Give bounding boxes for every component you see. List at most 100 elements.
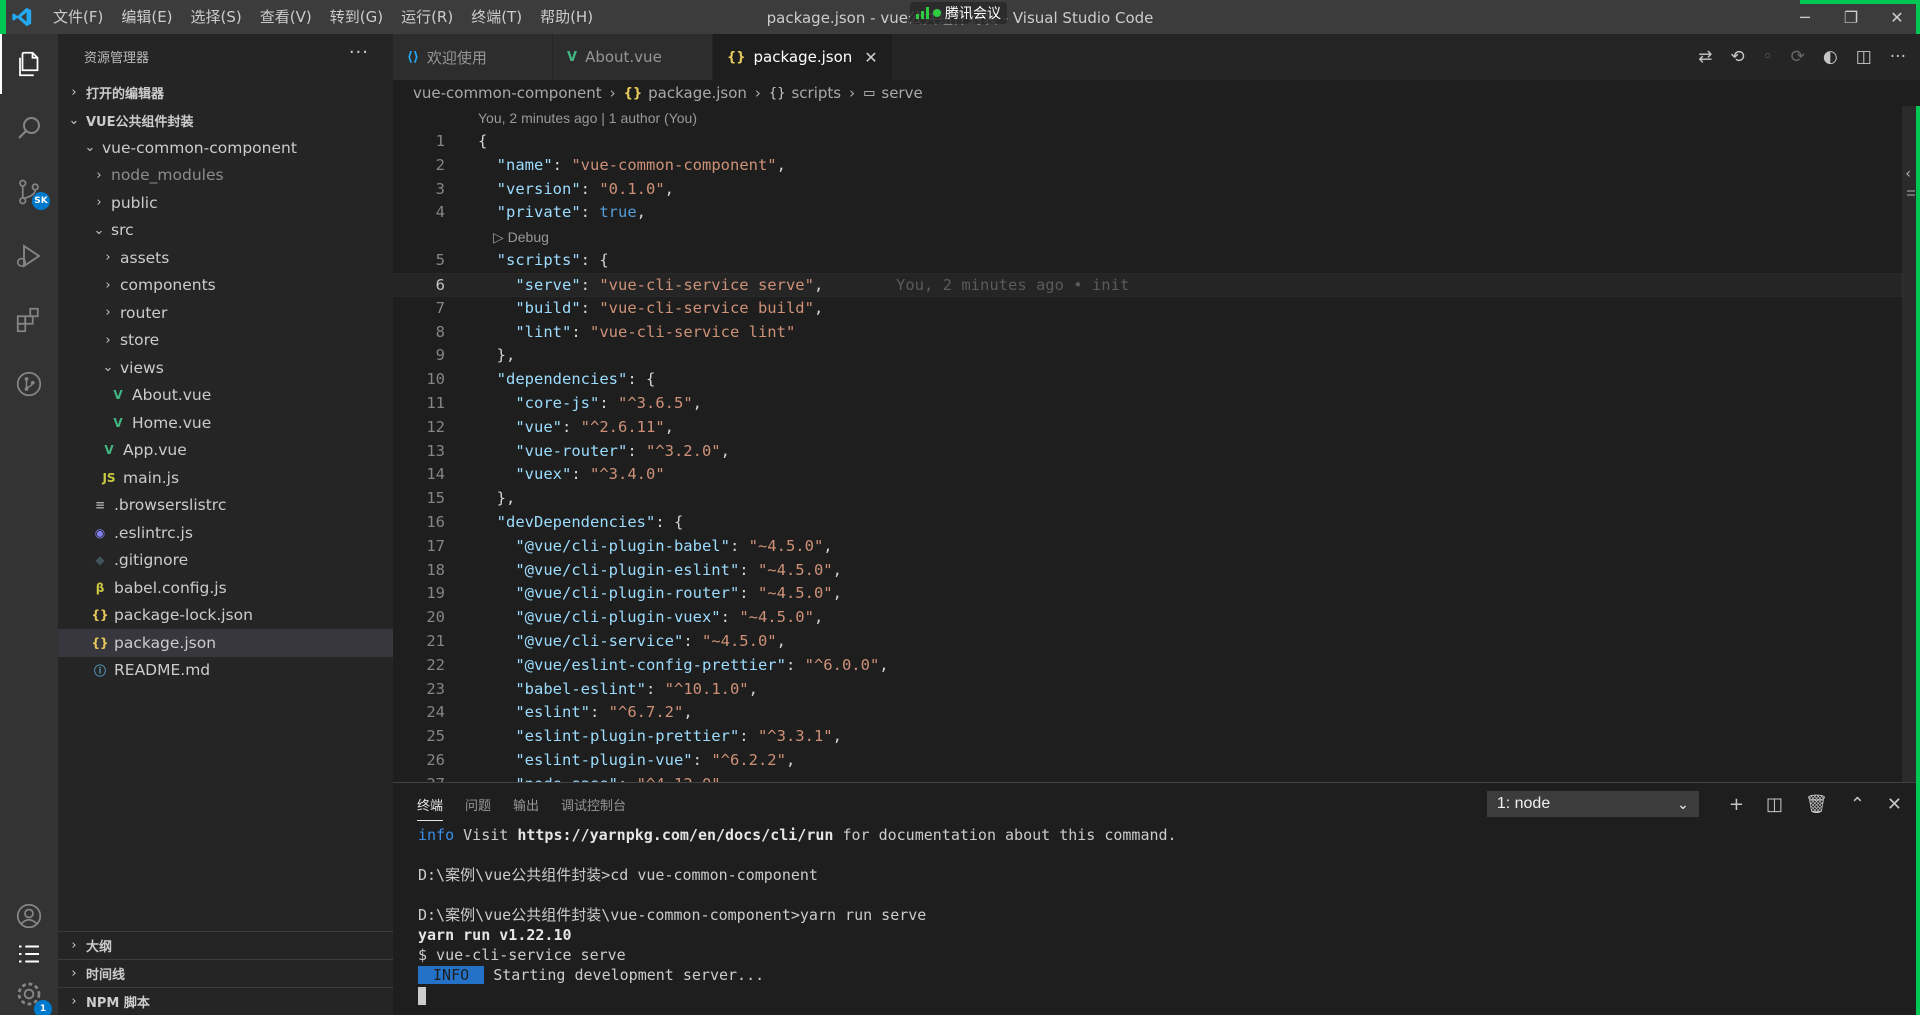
tree-item[interactable]: ⌄ vue-common-component xyxy=(58,134,393,162)
tree-item[interactable]: › assets xyxy=(58,244,393,272)
meeting-indicator[interactable]: 腾讯会议 xyxy=(910,2,1007,24)
tab-terminal[interactable]: 终端 xyxy=(417,795,444,821)
toggle-blame-icon[interactable]: ◐ xyxy=(1823,47,1838,67)
tab-debug-console[interactable]: 调试控制台 xyxy=(561,795,626,814)
menu-item[interactable]: 文件(F) xyxy=(44,0,112,34)
code-line: 27 "node-sass": "^4.12.0", xyxy=(393,773,1903,782)
npm-scripts-label: NPM 脚本 xyxy=(86,996,150,1011)
code-line: 26 "eslint-plugin-vue": "^6.2.2", xyxy=(393,749,1903,773)
terminal-select[interactable]: 1: node ⌄ xyxy=(1486,791,1699,817)
code-token: , xyxy=(664,417,675,436)
tree-item[interactable]: {} package.json xyxy=(58,629,393,657)
terminal-text: D:\案例\vue公共组件封装\vue-common-component>yar… xyxy=(418,906,927,924)
code-token: : xyxy=(599,393,618,412)
tab-welcome[interactable]: ⟨⟩ 欢迎使用 xyxy=(393,34,553,80)
settings-gear-icon[interactable]: 1 xyxy=(0,964,58,1015)
close-panel-icon[interactable]: ✕ xyxy=(1887,794,1902,815)
kill-terminal-icon[interactable]: 🗑 xyxy=(1805,794,1828,815)
tree-item[interactable]: V App.vue xyxy=(58,437,393,465)
tab-about-vue[interactable]: V About.vue xyxy=(553,34,713,80)
code-line: 2 "name": "vue-common-component", xyxy=(393,154,1903,178)
tree-item[interactable]: ⌄ views xyxy=(58,354,393,382)
open-editors-section[interactable]: › 打开的编辑器 xyxy=(58,78,393,106)
menu-item[interactable]: 运行(R) xyxy=(392,0,462,34)
tree-item[interactable]: ⓘ README.md xyxy=(58,657,393,685)
tab-problems[interactable]: 问题 xyxy=(465,795,491,814)
close-tab-icon[interactable]: ✕ xyxy=(864,48,877,67)
line-number: 25 xyxy=(426,727,445,746)
source-control-icon[interactable]: SK xyxy=(0,162,58,222)
codelens-debug[interactable]: ▷ Debug xyxy=(393,225,1903,249)
tree-item[interactable]: › router xyxy=(58,299,393,327)
tree-item[interactable]: ◉ .eslintrc.js xyxy=(58,519,393,547)
more-actions-button[interactable]: ··· xyxy=(349,42,369,63)
timeline-section[interactable]: › 时间线 xyxy=(58,959,393,987)
line-number: 26 xyxy=(426,750,445,769)
line-number: 17 xyxy=(426,536,445,555)
close-window-button[interactable]: ✕ xyxy=(1874,0,1920,34)
editor-scrollbar[interactable] xyxy=(1902,106,1916,782)
menu-item[interactable]: 编辑(E) xyxy=(112,0,181,34)
breadcrumb-file[interactable]: package.json xyxy=(648,84,747,102)
code-editor[interactable]: You, 2 minutes ago | 1 author (You) 1{2 … xyxy=(393,106,1903,782)
minimize-button[interactable]: ─ xyxy=(1782,0,1828,34)
split-editor-icon[interactable]: ◫ xyxy=(1856,47,1872,67)
code-token: : xyxy=(739,584,758,603)
commit-icon[interactable]: ◦ xyxy=(1763,47,1773,67)
npm-scripts-section[interactable]: › NPM 脚本 xyxy=(58,987,393,1015)
breadcrumb-symbol-serve[interactable]: serve xyxy=(881,84,922,102)
tree-item[interactable]: ⌄ src xyxy=(58,217,393,245)
tree-item[interactable]: › components xyxy=(58,272,393,300)
tree-item[interactable]: › store xyxy=(58,327,393,355)
workspace-section[interactable]: ⌄ VUE公共组件封装 xyxy=(58,106,393,134)
tree-item[interactable]: V Home.vue xyxy=(58,409,393,437)
explorer-icon[interactable] xyxy=(0,34,58,94)
tree-item-label: About.vue xyxy=(132,386,212,405)
terminal-prompt[interactable] xyxy=(418,985,1916,1005)
code-line: 20 "@vue/cli-plugin-vuex": "~4.5.0", xyxy=(393,606,1903,630)
code-token: , xyxy=(748,679,758,698)
codelens-author[interactable]: You, 2 minutes ago | 1 author (You) xyxy=(393,106,1903,130)
split-terminal-icon[interactable]: ◫ xyxy=(1766,794,1783,815)
breadcrumb-folder[interactable]: vue-common-component xyxy=(413,84,602,102)
restore-button[interactable]: ❐ xyxy=(1828,0,1874,34)
run-debug-icon[interactable] xyxy=(0,226,58,286)
menu-item[interactable]: 终端(T) xyxy=(462,0,531,34)
code-token: , xyxy=(636,203,647,222)
menu-item[interactable]: 选择(S) xyxy=(182,0,251,34)
tree-item[interactable]: {} package-lock.json xyxy=(58,602,393,630)
extensions-icon[interactable] xyxy=(0,290,58,350)
tree-item[interactable]: β babel.config.js xyxy=(58,574,393,602)
go-forward-icon[interactable]: ⟳ xyxy=(1791,47,1805,67)
code-token: "^6.2.2" xyxy=(711,750,786,769)
tree-item[interactable]: › public xyxy=(58,189,393,217)
outline-section[interactable]: › 大纲 xyxy=(58,931,393,959)
tree-item[interactable]: › node_modules xyxy=(58,162,393,190)
tree-item[interactable]: V About.vue xyxy=(58,382,393,410)
open-changes-icon[interactable]: ⇄ xyxy=(1698,47,1712,67)
breadcrumb-symbol-scripts[interactable]: scripts xyxy=(791,84,841,102)
recording-dot-icon xyxy=(933,9,941,17)
code-line: 10 "dependencies": { xyxy=(393,368,1903,392)
menu-item[interactable]: 查看(V) xyxy=(251,0,321,34)
tab-output[interactable]: 输出 xyxy=(513,795,539,814)
more-icon[interactable]: ··· xyxy=(1890,47,1906,67)
go-back-icon[interactable]: ⟲ xyxy=(1730,47,1744,67)
new-terminal-icon[interactable]: + xyxy=(1729,794,1744,815)
code-token: : xyxy=(580,179,600,198)
search-icon[interactable] xyxy=(0,98,58,158)
code-token: "vue-common-component" xyxy=(571,155,777,174)
tab-package-json[interactable]: {} package.json ✕ xyxy=(713,34,893,80)
tree-item[interactable]: ◆ .gitignore xyxy=(58,547,393,575)
tree-item[interactable]: JS main.js xyxy=(58,464,393,492)
tree-item[interactable]: ≡ .browserslistrc xyxy=(58,492,393,520)
menu-item[interactable]: 帮助(H) xyxy=(531,0,602,34)
maximize-panel-icon[interactable]: ⌃ xyxy=(1850,794,1865,815)
terminal-output[interactable]: info Visit https://yarnpkg.com/en/docs/c… xyxy=(393,825,1916,1005)
git-graph-icon[interactable] xyxy=(0,354,58,414)
menu-item[interactable]: 转到(G) xyxy=(321,0,392,34)
